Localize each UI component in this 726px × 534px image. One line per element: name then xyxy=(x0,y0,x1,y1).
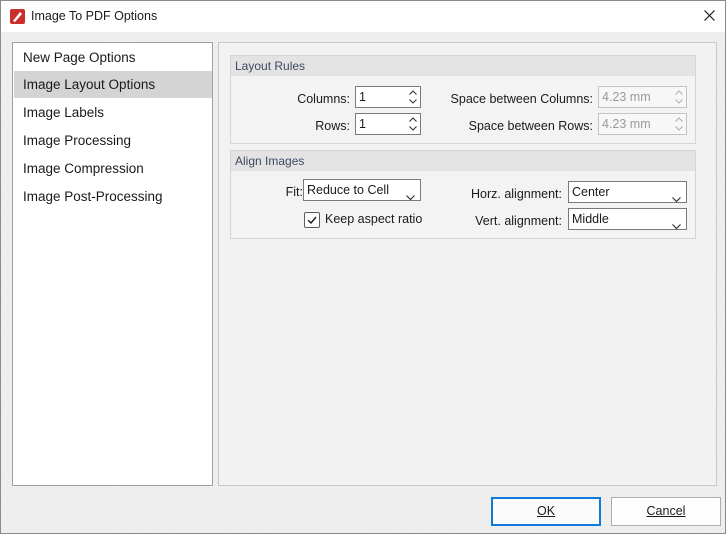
check-icon xyxy=(307,216,317,225)
title-bar: Image To PDF Options xyxy=(1,1,725,32)
dialog-body: New Page Options Image Layout Options Im… xyxy=(1,32,725,533)
space-columns-spinner xyxy=(598,86,687,108)
spin-up-icon[interactable] xyxy=(407,88,419,97)
horz-alignment-dropdown[interactable]: Center xyxy=(568,181,687,203)
columns-label: Columns: xyxy=(297,92,350,106)
space-rows-label: Space between Rows: xyxy=(468,119,593,133)
spin-down-icon xyxy=(673,124,685,133)
cancel-button[interactable]: Cancel xyxy=(611,497,721,526)
options-nav-list: New Page Options Image Layout Options Im… xyxy=(12,42,213,486)
close-button[interactable] xyxy=(693,1,725,32)
dialog-window: Image To PDF Options New Page Options Im… xyxy=(0,0,726,534)
spin-up-icon xyxy=(673,115,685,124)
nav-item-image-processing[interactable]: Image Processing xyxy=(14,127,212,154)
space-columns-label: Space between Columns: xyxy=(450,92,593,106)
chevron-down-icon xyxy=(672,189,681,203)
space-rows-spinner xyxy=(598,113,687,135)
spinner-arrows xyxy=(407,88,419,106)
chevron-down-icon xyxy=(406,187,415,201)
pdf-editor-icon xyxy=(9,8,26,25)
nav-item-image-post-processing[interactable]: Image Post-Processing xyxy=(14,183,212,210)
fit-value: Reduce to Cell xyxy=(307,183,389,197)
spin-down-icon[interactable] xyxy=(407,97,419,106)
close-icon xyxy=(703,9,715,24)
fit-dropdown[interactable]: Reduce to Cell xyxy=(303,179,421,201)
spin-down-icon xyxy=(673,97,685,106)
columns-spinner[interactable] xyxy=(355,86,421,108)
align-images-group: Align Images Fit: Reduce to Cell Keep as… xyxy=(230,150,696,239)
options-panel: Layout Rules Columns: Rows: xyxy=(218,42,717,486)
spin-down-icon[interactable] xyxy=(407,124,419,133)
vert-alignment-value: Middle xyxy=(572,212,609,226)
keep-aspect-ratio-checkbox[interactable]: Keep aspect ratio xyxy=(304,211,424,229)
window-title: Image To PDF Options xyxy=(31,9,158,23)
checkbox-box[interactable] xyxy=(304,212,320,228)
vert-alignment-dropdown[interactable]: Middle xyxy=(568,208,687,230)
vert-alignment-label: Vert. alignment: xyxy=(475,214,562,228)
horz-alignment-label: Horz. alignment: xyxy=(470,187,562,201)
layout-rules-title: Layout Rules xyxy=(231,56,695,76)
nav-item-image-compression[interactable]: Image Compression xyxy=(14,155,212,182)
rows-label: Rows: xyxy=(315,119,350,133)
horz-alignment-value: Center xyxy=(572,185,610,199)
space-columns-input xyxy=(599,87,671,107)
keep-aspect-ratio-label: Keep aspect ratio xyxy=(325,212,423,226)
spinner-arrows xyxy=(407,115,419,133)
ok-button[interactable]: OK xyxy=(491,497,601,526)
nav-item-image-layout-options[interactable]: Image Layout Options xyxy=(14,71,212,98)
spin-up-icon[interactable] xyxy=(407,115,419,124)
rows-spinner[interactable] xyxy=(355,113,421,135)
nav-item-image-labels[interactable]: Image Labels xyxy=(14,99,212,126)
rows-input[interactable] xyxy=(356,114,406,134)
spinner-arrows xyxy=(673,115,685,133)
columns-input[interactable] xyxy=(356,87,406,107)
nav-item-new-page-options[interactable]: New Page Options xyxy=(14,44,212,71)
space-rows-input xyxy=(599,114,671,134)
chevron-down-icon xyxy=(672,216,681,230)
fit-label: Fit: xyxy=(285,185,303,199)
spinner-arrows xyxy=(673,88,685,106)
layout-rules-group: Layout Rules Columns: Rows: xyxy=(230,55,696,144)
align-images-title: Align Images xyxy=(231,151,695,171)
spin-up-icon xyxy=(673,88,685,97)
